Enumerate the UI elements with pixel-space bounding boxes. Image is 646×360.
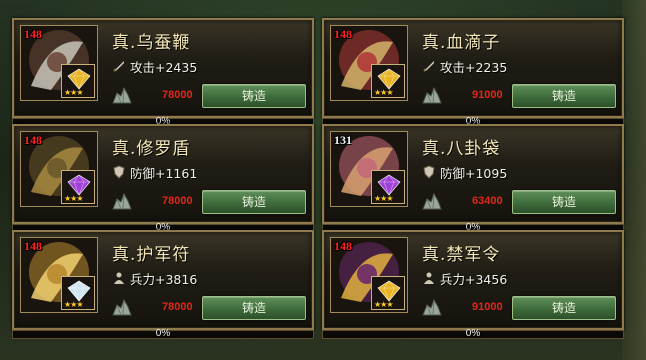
gold-gem-icon bbox=[67, 68, 91, 90]
forge-cost: 91000 bbox=[472, 89, 503, 101]
item-stat: 兵力+3816 bbox=[130, 272, 198, 287]
white-gem-icon bbox=[67, 280, 91, 302]
item-level: 148 bbox=[24, 133, 42, 147]
item-stat: 防御+1161 bbox=[130, 166, 198, 181]
forge-button[interactable]: 铸造 bbox=[512, 296, 616, 320]
shield-icon bbox=[112, 164, 126, 179]
gem-slot[interactable]: ★★★ bbox=[371, 170, 405, 204]
item-name: 真.修罗盾 bbox=[112, 139, 191, 159]
ore-icon bbox=[112, 298, 132, 316]
equipment-card: 148 ★★★ 真.护军符 兵力+3816 78000 铸造 0% bbox=[12, 230, 314, 339]
progress-percent: 0% bbox=[155, 328, 171, 339]
soldier-icon bbox=[112, 270, 126, 284]
item-name: 真.护军符 bbox=[112, 245, 191, 265]
forge-progress-bar: 0% bbox=[12, 328, 314, 339]
forge-cost: 63400 bbox=[472, 195, 503, 207]
equipment-card: 131 ★★★ 真.八卦袋 防御+1095 63400 铸造 0% bbox=[322, 124, 624, 233]
item-level: 148 bbox=[24, 27, 42, 41]
forge-cost: 78000 bbox=[162, 89, 193, 101]
equipment-card: 148 ★★★ 真.修罗盾 防御+1161 78000 铸造 0% bbox=[12, 124, 314, 233]
gem-slot[interactable]: ★★★ bbox=[61, 170, 95, 204]
equipment-card: 148 ★★★ 真.血滴子 攻击+2235 91000 铸造 0% bbox=[322, 18, 624, 127]
gem-slot[interactable]: ★★★ bbox=[61, 64, 95, 98]
star-rating-icon: ★★★ bbox=[64, 88, 83, 97]
item-slot[interactable]: 148 ★★★ bbox=[330, 237, 408, 313]
progress-percent: 0% bbox=[465, 328, 481, 339]
item-level: 148 bbox=[334, 239, 352, 253]
star-rating-icon: ★★★ bbox=[64, 194, 83, 203]
ore-icon bbox=[422, 192, 442, 210]
forge-button[interactable]: 铸造 bbox=[202, 84, 306, 108]
purple-gem-icon bbox=[67, 174, 91, 196]
item-slot[interactable]: 131 ★★★ bbox=[330, 131, 408, 207]
forge-progress-bar: 0% bbox=[322, 328, 624, 339]
item-stat: 防御+1095 bbox=[440, 166, 508, 181]
item-level: 148 bbox=[334, 27, 352, 41]
forge-cost: 78000 bbox=[162, 195, 193, 207]
star-rating-icon: ★★★ bbox=[374, 194, 393, 203]
forge-cost: 91000 bbox=[472, 301, 503, 313]
purple-gem-icon bbox=[377, 174, 401, 196]
item-name: 真.八卦袋 bbox=[422, 139, 501, 159]
item-name: 真.血滴子 bbox=[422, 33, 501, 53]
equipment-card: 148 ★★★ 真.乌蚕鞭 攻击+2435 78000 铸造 0% bbox=[12, 18, 314, 127]
forge-button[interactable]: 铸造 bbox=[202, 190, 306, 214]
item-name: 真.乌蚕鞭 bbox=[112, 33, 191, 53]
ore-icon bbox=[422, 298, 442, 316]
soldier-icon bbox=[422, 270, 436, 284]
forge-button[interactable]: 铸造 bbox=[202, 296, 306, 320]
star-rating-icon: ★★★ bbox=[374, 300, 393, 309]
background-edge bbox=[622, 0, 646, 360]
item-stat: 攻击+2435 bbox=[130, 60, 198, 75]
ore-icon bbox=[112, 192, 132, 210]
star-rating-icon: ★★★ bbox=[374, 88, 393, 97]
forge-button[interactable]: 铸造 bbox=[512, 84, 616, 108]
sword-icon bbox=[112, 58, 126, 72]
shield-icon bbox=[422, 164, 436, 179]
sword-icon bbox=[422, 58, 436, 72]
gold-gem-icon bbox=[377, 68, 401, 90]
forge-cost: 78000 bbox=[162, 301, 193, 313]
item-slot[interactable]: 148 ★★★ bbox=[20, 237, 98, 313]
gem-slot[interactable]: ★★★ bbox=[61, 276, 95, 310]
equipment-card: 148 ★★★ 真.禁军令 兵力+3456 91000 铸造 0% bbox=[322, 230, 624, 339]
gem-slot[interactable]: ★★★ bbox=[371, 64, 405, 98]
gold-gem-icon bbox=[377, 280, 401, 302]
item-level: 131 bbox=[334, 133, 352, 147]
ore-icon bbox=[112, 86, 132, 104]
forge-button[interactable]: 铸造 bbox=[512, 190, 616, 214]
item-level: 148 bbox=[24, 239, 42, 253]
item-slot[interactable]: 148 ★★★ bbox=[20, 131, 98, 207]
ore-icon bbox=[422, 86, 442, 104]
item-name: 真.禁军令 bbox=[422, 245, 501, 265]
star-rating-icon: ★★★ bbox=[64, 300, 83, 309]
gem-slot[interactable]: ★★★ bbox=[371, 276, 405, 310]
item-slot[interactable]: 148 ★★★ bbox=[330, 25, 408, 101]
item-stat: 攻击+2235 bbox=[440, 60, 508, 75]
item-slot[interactable]: 148 ★★★ bbox=[20, 25, 98, 101]
item-stat: 兵力+3456 bbox=[440, 272, 508, 287]
